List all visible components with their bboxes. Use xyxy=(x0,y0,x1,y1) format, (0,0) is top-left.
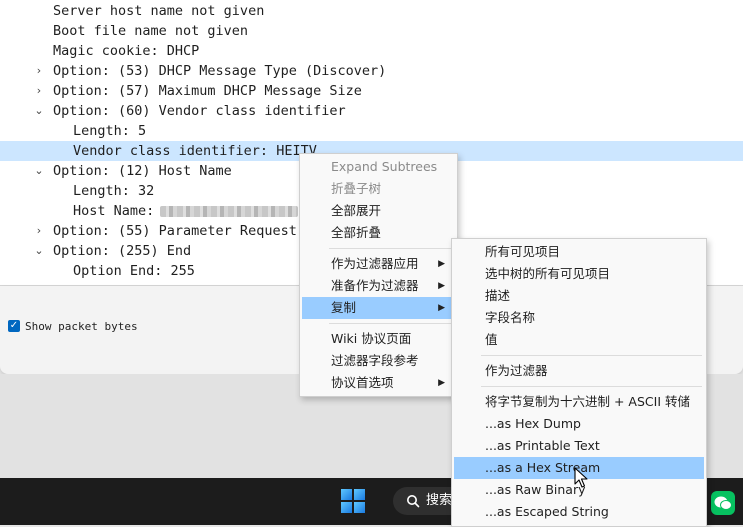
expand-arrow-icon[interactable]: › xyxy=(33,221,45,241)
tree-row-magic-cookie[interactable]: Magic cookie: DHCP xyxy=(0,41,743,61)
menu-item-label: 协议首选项 xyxy=(331,375,394,390)
expand-arrow-icon[interactable]: › xyxy=(33,81,45,101)
copy-all-visible-selected-tree-items[interactable]: 选中树的所有可见项目 xyxy=(454,263,704,285)
search-icon xyxy=(406,487,420,518)
menu-item-label: 作为过滤器 xyxy=(485,363,548,378)
copy-as-escaped-string[interactable]: ...as Escaped String xyxy=(454,501,704,523)
menu-collapse-subtrees[interactable]: 折叠子树 xyxy=(302,178,455,200)
search-label: 搜索 xyxy=(426,493,453,508)
menu-collapse-all[interactable]: 全部折叠 xyxy=(302,222,455,244)
checkmark-icon[interactable]: ✓ xyxy=(8,320,20,332)
menu-item-label: 过滤器字段参考 xyxy=(331,353,419,368)
copy-as-printable-text[interactable]: ...as Printable Text xyxy=(454,435,704,457)
submenu-arrow-icon: ▶ xyxy=(438,281,445,291)
menu-item-label: 字段名称 xyxy=(485,310,536,325)
menu-item-label: ...as Printable Text xyxy=(485,438,600,453)
tree-row-boot-file[interactable]: Boot file name not given xyxy=(0,21,743,41)
menu-item-label: 准备作为过滤器 xyxy=(331,278,419,293)
copy-value[interactable]: 值 xyxy=(454,329,704,351)
show-packet-bytes-checkbox[interactable]: ✓ Show packet bytes xyxy=(8,319,138,333)
menu-item-label: 描述 xyxy=(485,288,511,303)
tree-row-label: Option: (57) Maximum DHCP Message Size xyxy=(53,83,362,99)
tree-row-label: Magic cookie: DHCP xyxy=(53,43,200,59)
copy-bytes-hex-ascii-dump[interactable]: 将字节复制为十六进制 + ASCII 转储 xyxy=(454,391,704,413)
tree-row-label: Server host name not given xyxy=(53,3,265,19)
menu-item-label: Expand Subtrees xyxy=(331,159,438,174)
tree-row-option-53[interactable]: › Option: (53) DHCP Message Type (Discov… xyxy=(0,61,743,81)
copy-as-filter[interactable]: 作为过滤器 xyxy=(454,360,704,382)
collapse-arrow-icon[interactable]: ⌄ xyxy=(33,101,45,121)
show-packet-bytes-label: Show packet bytes xyxy=(25,319,138,333)
menu-item-label: Wiki 协议页面 xyxy=(331,331,412,346)
menu-separator xyxy=(481,386,702,387)
collapse-arrow-icon[interactable]: ⌄ xyxy=(33,161,45,181)
menu-item-label: 折叠子树 xyxy=(331,181,382,196)
menu-item-label: 全部折叠 xyxy=(331,225,382,240)
menu-item-label: 所有可见项目 xyxy=(485,244,561,259)
windows-logo-icon[interactable] xyxy=(341,489,365,513)
tree-row-label: Option: (255) End xyxy=(53,243,192,259)
menu-prepare-as-filter[interactable]: 准备作为过滤器 ▶ xyxy=(302,275,455,297)
mouse-pointer-icon xyxy=(574,467,588,488)
tree-row-label: Length: 5 xyxy=(73,123,147,139)
copy-field-name[interactable]: 字段名称 xyxy=(454,307,704,329)
menu-apply-as-filter[interactable]: 作为过滤器应用 ▶ xyxy=(302,253,455,275)
menu-expand-all[interactable]: 全部展开 xyxy=(302,200,455,222)
context-menu: Expand Subtrees 折叠子树 全部展开 全部折叠 作为过滤器应用 ▶ … xyxy=(299,153,458,397)
tree-row-label: Option End: 255 xyxy=(73,263,195,279)
submenu-arrow-icon: ▶ xyxy=(438,303,445,313)
wechat-icon[interactable] xyxy=(711,491,735,515)
submenu-arrow-icon: ▶ xyxy=(438,259,445,269)
tree-row-label: Option: (55) Parameter Request xyxy=(53,223,297,239)
submenu-arrow-icon: ▶ xyxy=(438,378,445,388)
menu-protocol-preferences[interactable]: 协议首选项 ▶ xyxy=(302,372,455,394)
tree-row-server-host[interactable]: Server host name not given xyxy=(0,1,743,21)
menu-item-label: 值 xyxy=(485,332,498,347)
menu-item-label: ...as Escaped String xyxy=(485,504,609,519)
menu-wiki-protocol-page[interactable]: Wiki 协议页面 xyxy=(302,328,455,350)
menu-item-label: 复制 xyxy=(331,300,357,315)
tree-row-label: Option: (60) Vendor class identifier xyxy=(53,103,346,119)
menu-item-label: 作为过滤器应用 xyxy=(331,256,419,271)
menu-separator xyxy=(329,248,453,249)
tree-row-label: Length: 32 xyxy=(73,183,155,199)
menu-separator xyxy=(481,355,702,356)
menu-filter-field-reference[interactable]: 过滤器字段参考 xyxy=(302,350,455,372)
tree-row-label: Vendor class identifier: HEITV xyxy=(73,143,317,159)
menu-item-label: 选中树的所有可见项目 xyxy=(485,266,611,281)
menu-item-label: 将字节复制为十六进制 + ASCII 转储 xyxy=(485,394,690,409)
tree-row-label: Host Name: xyxy=(73,203,155,219)
tree-row-label: Option: (12) Host Name xyxy=(53,163,232,179)
menu-item-label: 全部展开 xyxy=(331,203,382,218)
taskbar-search[interactable]: 搜索 xyxy=(393,487,453,515)
tree-row-length-5[interactable]: Length: 5 xyxy=(0,121,743,141)
copy-all-visible-items[interactable]: 所有可见项目 xyxy=(454,241,704,263)
blurred-host-name xyxy=(160,206,298,217)
tree-row-option-60[interactable]: ⌄ Option: (60) Vendor class identifier xyxy=(0,101,743,121)
tree-row-label: Boot file name not given xyxy=(53,23,249,39)
menu-expand-subtrees[interactable]: Expand Subtrees xyxy=(302,156,455,178)
menu-item-label: ...as Hex Dump xyxy=(485,416,581,431)
menu-copy[interactable]: 复制 ▶ xyxy=(302,297,455,319)
copy-as-hex-dump[interactable]: ...as Hex Dump xyxy=(454,413,704,435)
menu-separator xyxy=(329,323,453,324)
tree-row-label: Option: (53) DHCP Message Type (Discover… xyxy=(53,63,387,79)
collapse-arrow-icon[interactable]: ⌄ xyxy=(33,241,45,261)
menu-item-label: ...as Raw Binary xyxy=(485,482,586,497)
tree-row-option-57[interactable]: › Option: (57) Maximum DHCP Message Size xyxy=(0,81,743,101)
copy-description[interactable]: 描述 xyxy=(454,285,704,307)
expand-arrow-icon[interactable]: › xyxy=(33,61,45,81)
